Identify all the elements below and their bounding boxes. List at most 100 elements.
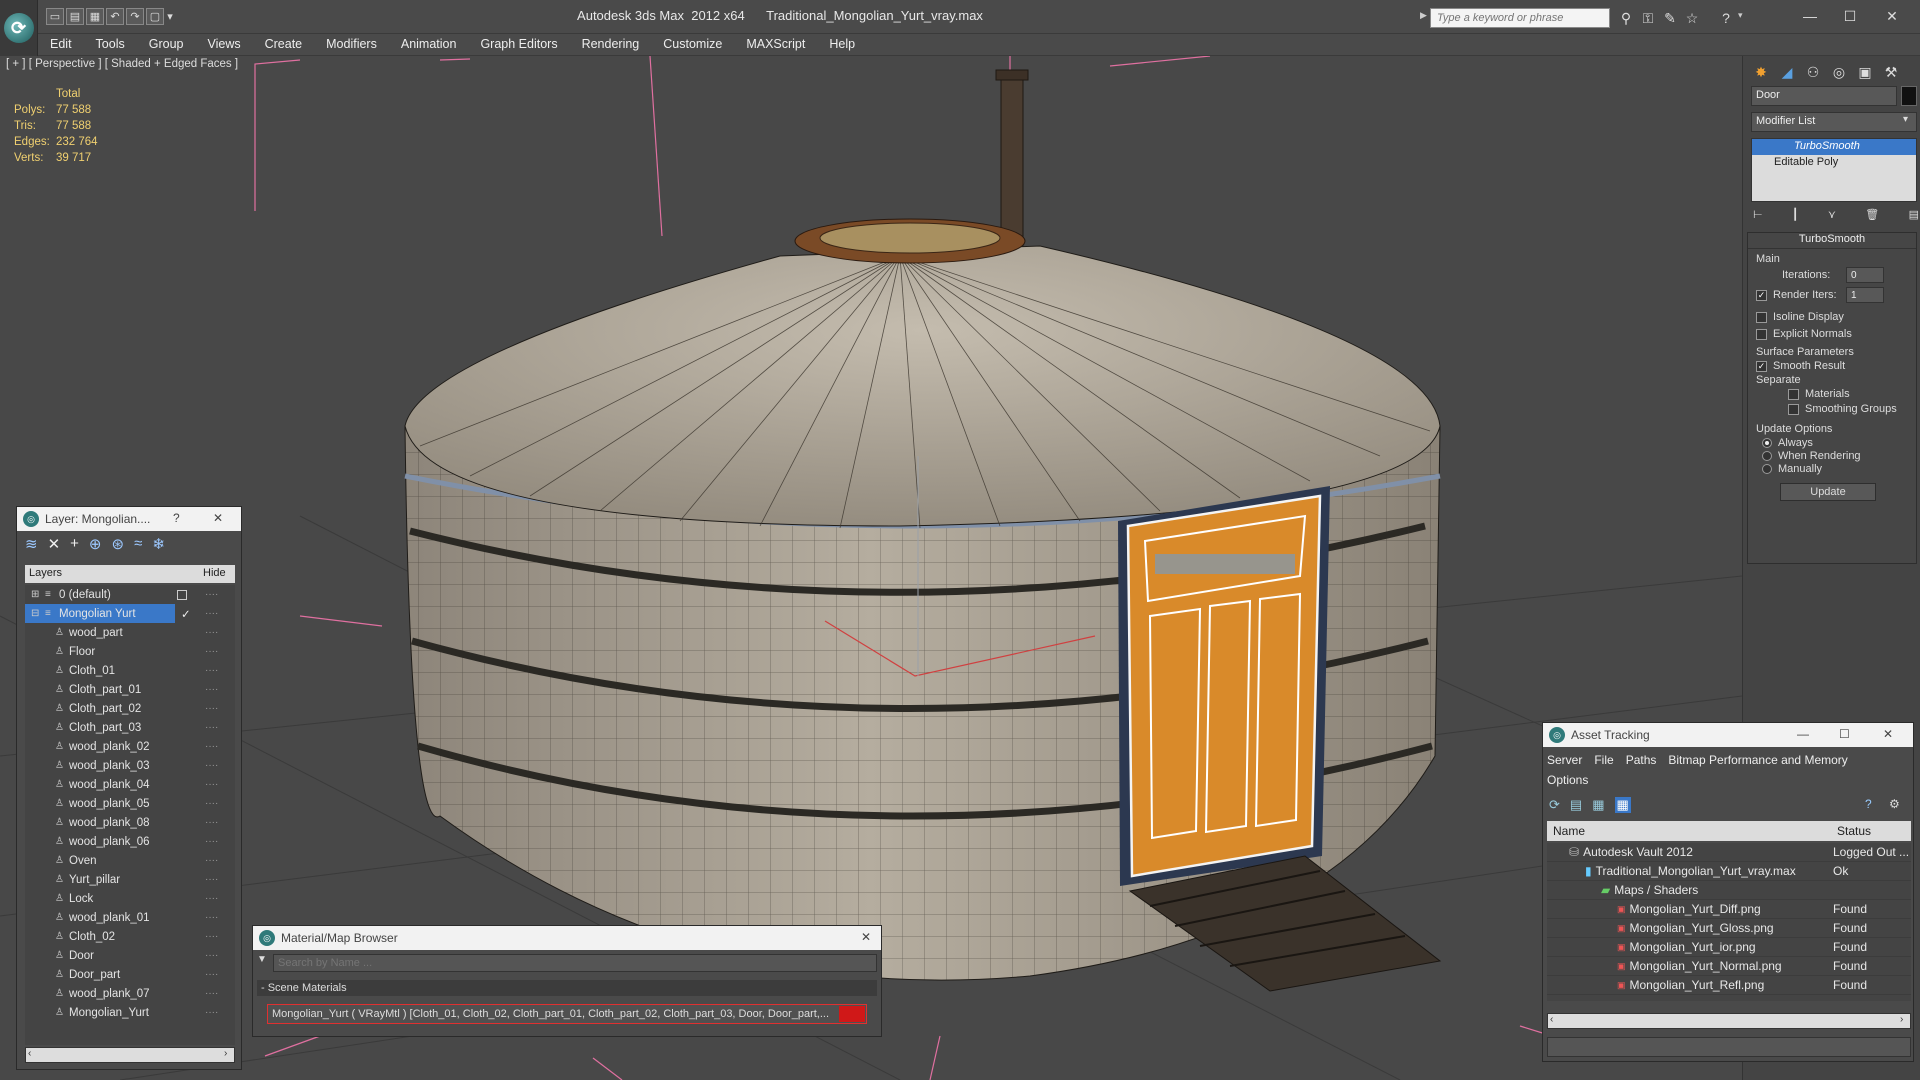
hide-toggle[interactable]: ···· [205,741,218,752]
hide-all-icon[interactable]: ≈ [134,535,142,555]
undo-icon[interactable]: ↶ [106,8,124,25]
rollout-title[interactable]: TurboSmooth [1748,233,1916,249]
asset-row-maps[interactable]: ▰ Maps / Shaders [1547,881,1911,900]
hide-toggle[interactable]: ···· [205,855,218,866]
render-iters-spinner[interactable]: 1 [1846,287,1884,303]
display-tab-icon[interactable]: ▣ [1855,62,1875,82]
layer-object-row[interactable]: ♙ Floor ···· [25,642,235,661]
refresh-icon[interactable]: ⟳ [1549,797,1560,813]
stack-item-turbosmooth[interactable]: TurboSmooth [1752,139,1916,155]
layer-object-row[interactable]: ♙ Cloth_02 ···· [25,927,235,946]
layer-object-row[interactable]: ♙ Lock ···· [25,889,235,908]
layer-object-row[interactable]: ♙ wood_plank_01 ···· [25,908,235,927]
hide-toggle[interactable]: ···· [205,988,218,999]
col-layers[interactable]: Layers [29,567,62,579]
asset-row-bitmap[interactable]: ▣ Mongolian_Yurt_ior.png Found [1547,938,1911,957]
app-menu-button[interactable]: ⟳ [0,0,38,56]
menu-paths[interactable]: Paths [1626,753,1657,767]
hide-toggle[interactable]: ···· [205,665,218,676]
menu-rendering[interactable]: Rendering [570,34,652,51]
pin-stack-icon[interactable]: ⊢ [1753,208,1763,226]
render-iters-checkbox[interactable]: ✓ [1756,289,1767,301]
layer-window-titlebar[interactable]: ◎ Layer: Mongolian.... ? ✕ [17,507,241,531]
horizontal-scrollbar[interactable]: ‹ › [25,1047,235,1063]
hide-toggle[interactable]: ···· [205,1007,218,1018]
close-button[interactable]: ✕ [213,511,223,525]
hide-toggle[interactable]: ···· [205,931,218,942]
manually-radio[interactable] [1762,464,1772,475]
hide-toggle[interactable]: ···· [205,779,218,790]
hide-toggle[interactable]: ···· [205,912,218,923]
help-dropdown-icon[interactable]: ▾ [1738,10,1743,21]
expand-icon[interactable]: ⊞ [31,589,45,600]
hide-toggle[interactable]: ···· [205,969,218,980]
hide-toggle[interactable]: ···· [205,817,218,828]
list-view-icon[interactable]: ▤ [1570,797,1582,813]
menu-create[interactable]: Create [253,34,315,51]
layer-row-default[interactable]: ⊞ ≡ 0 (default) ···· [25,585,235,604]
layer-object-row[interactable]: ♙ Door ···· [25,946,235,965]
table-view-icon[interactable]: ▦ [1614,797,1631,813]
layer-object-row[interactable]: ♙ Door_part ···· [25,965,235,984]
minimize-button[interactable]: — [1790,4,1830,28]
scroll-left-icon[interactable]: ‹ [28,1048,31,1059]
close-button[interactable]: ✕ [861,930,871,944]
motion-tab-icon[interactable]: ◎ [1829,62,1849,82]
viewport-label[interactable]: [ + ] [ Perspective ] [ Shaded + Edged F… [6,58,238,70]
layer-object-row[interactable]: ♙ wood_plank_06 ···· [25,832,235,851]
menu-animation[interactable]: Animation [389,34,469,51]
quick-access-dropdown-icon[interactable]: ▾ [164,8,176,25]
hide-toggle[interactable]: ···· [205,836,218,847]
hide-toggle[interactable]: ···· [205,703,218,714]
hide-toggle[interactable]: ···· [205,684,218,695]
smoothing-groups-checkbox[interactable] [1788,403,1799,415]
menu-customize[interactable]: Customize [651,34,734,51]
delete-layer-icon[interactable]: ✕ [48,535,61,555]
search-by-name-input[interactable] [273,954,877,972]
minimize-button[interactable]: — [1797,727,1809,741]
hide-toggle[interactable]: ···· [205,760,218,771]
maximize-button[interactable]: ☐ [1830,4,1870,28]
redo-icon[interactable]: ↷ [126,8,144,25]
layer-object-row[interactable]: ♙ Cloth_part_02 ···· [25,699,235,718]
help-button[interactable]: ? [173,511,180,525]
material-browser-titlebar[interactable]: ◎ Material/Map Browser ✕ [253,926,881,950]
stack-item-editable-poly[interactable]: Editable Poly [1752,155,1916,171]
freeze-all-icon[interactable]: ❄ [152,535,165,555]
help-icon[interactable]: ? [1865,797,1872,811]
hide-toggle[interactable]: ···· [205,893,218,904]
layer-object-row[interactable]: ♙ wood_plank_08 ···· [25,813,235,832]
menu-server[interactable]: Server [1547,753,1582,767]
col-hide[interactable]: Hide [203,567,226,579]
horizontal-scrollbar[interactable]: ‹ › [1547,1013,1911,1029]
filter-dropdown-icon[interactable]: ▼ [257,954,271,965]
layer-object-row[interactable]: ♙ Cloth_part_01 ···· [25,680,235,699]
keyword-search-input[interactable] [1430,8,1610,28]
layer-object-row[interactable]: ♙ wood_plank_03 ···· [25,756,235,775]
add-to-layer-icon[interactable]: + [70,535,79,555]
create-tab-icon[interactable]: ✸ [1751,62,1771,82]
always-radio[interactable] [1762,438,1772,449]
collapse-icon[interactable]: ⊟ [31,608,45,619]
close-button[interactable]: ✕ [1872,4,1912,28]
thumbnail-view-icon[interactable]: ▦ [1592,797,1604,813]
layer-object-row[interactable]: ♙ Oven ···· [25,851,235,870]
layer-object-row[interactable]: ♙ wood_plank_05 ···· [25,794,235,813]
highlight-layer-icon[interactable]: ⊛ [112,535,125,555]
favorites-star-icon[interactable]: ☆ [1682,8,1702,28]
modifier-list-dropdown[interactable]: Modifier List [1751,112,1917,132]
utilities-tab-icon[interactable]: ⚒ [1881,62,1901,82]
asset-row-bitmap[interactable]: ▣ Mongolian_Yurt_Gloss.png Found [1547,919,1911,938]
menu-tools[interactable]: Tools [84,34,137,51]
show-end-result-icon[interactable]: ┃ [1792,208,1799,226]
maximize-button[interactable]: ☐ [1839,727,1850,741]
menu-bitmap-performance[interactable]: Bitmap Performance and Memory [1668,753,1847,767]
subscription-icon[interactable]: ⚿ [1638,8,1658,28]
col-status[interactable]: Status [1837,824,1871,838]
menu-edit[interactable]: Edit [38,34,84,51]
materials-checkbox[interactable] [1788,388,1799,400]
hide-toggle[interactable]: ···· [205,608,218,619]
asset-row-bitmap[interactable]: ▣ Mongolian_Yurt_Normal.png Found [1547,957,1911,976]
help-icon[interactable]: ? [1716,8,1736,28]
layer-object-row[interactable]: ♙ wood_part ···· [25,623,235,642]
